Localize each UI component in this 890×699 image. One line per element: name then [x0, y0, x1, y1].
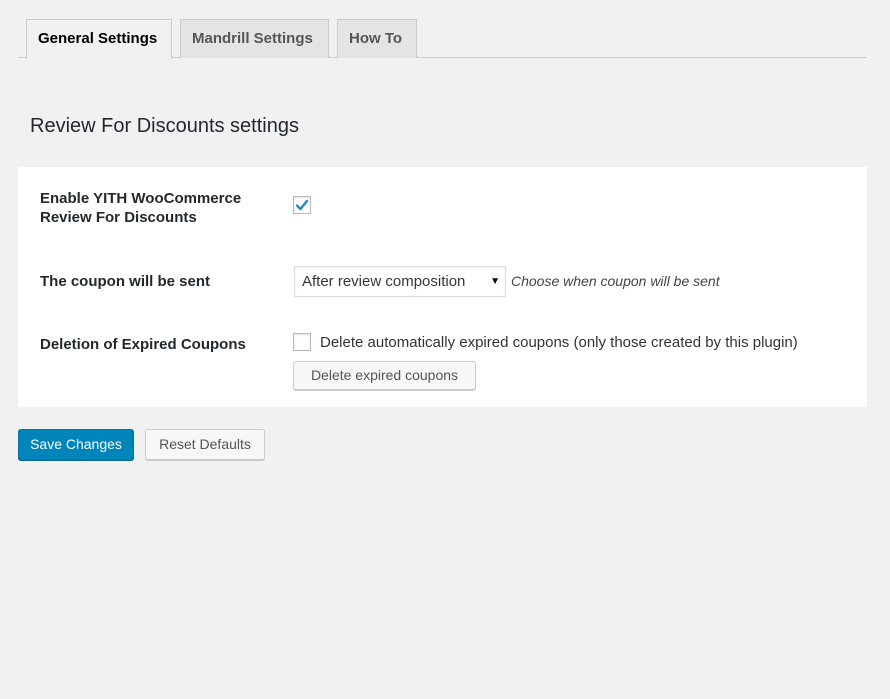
- delete-expired-coupons-button[interactable]: Delete expired coupons: [293, 361, 476, 390]
- reset-defaults-button[interactable]: Reset Defaults: [145, 429, 265, 460]
- dropdown-arrow-icon: ▼: [490, 276, 500, 287]
- enable-plugin-label: Enable YITH WooCommerce Review For Disco…: [40, 190, 242, 226]
- coupon-sent-label: The coupon will be sent: [40, 273, 211, 290]
- coupon-sent-selected-value: After review composition: [302, 273, 466, 290]
- coupon-sent-select[interactable]: After review composition ▼: [294, 266, 506, 297]
- enable-plugin-checkbox[interactable]: [293, 196, 311, 214]
- coupon-sent-description: Choose when coupon will be sent: [511, 273, 720, 289]
- delete-expired-checkbox-label[interactable]: Delete automatically expired coupons (on…: [320, 333, 798, 352]
- settings-tabs: General Settings Mandrill Settings How T…: [18, 19, 867, 59]
- section-title: Review For Discounts settings: [30, 115, 299, 137]
- save-changes-button[interactable]: Save Changes: [18, 429, 134, 460]
- tab-mandrill-settings[interactable]: Mandrill Settings: [180, 19, 329, 58]
- checkmark-icon: [295, 199, 309, 211]
- tab-how-to[interactable]: How To: [337, 19, 417, 58]
- delete-expired-checkbox[interactable]: [293, 333, 311, 351]
- settings-panel: Enable YITH WooCommerce Review For Disco…: [18, 167, 867, 407]
- deletion-label: Deletion of Expired Coupons: [40, 336, 246, 353]
- tab-general-settings[interactable]: General Settings: [26, 19, 172, 59]
